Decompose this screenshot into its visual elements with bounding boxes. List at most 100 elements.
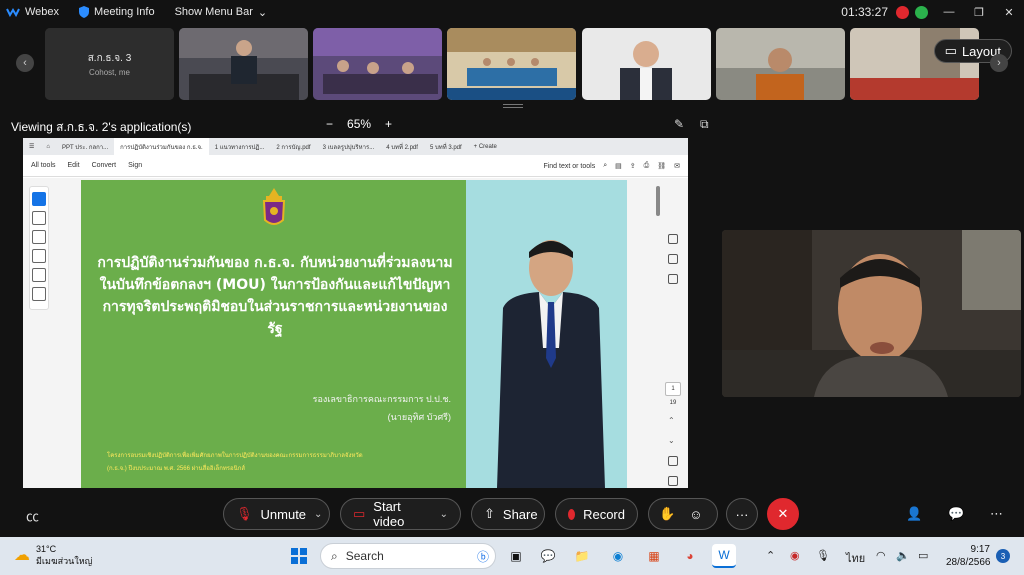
start-video-button[interactable]: ▭ Start video ⌄ (340, 498, 461, 530)
menu-edit[interactable]: Edit (68, 162, 80, 169)
pop-out-share-icon[interactable]: ⧉ (700, 117, 709, 132)
speaker-name: (นายอุทิศ บัวศรี) (387, 412, 451, 422)
text-tool-icon[interactable] (32, 268, 46, 282)
browser-tab[interactable]: 2 การบัญ.pdf (270, 138, 316, 155)
home-icon[interactable]: ⌂ (40, 138, 56, 155)
page-number-input[interactable]: 1 (665, 382, 681, 396)
show-menu-bar-button[interactable]: Show Menu Bar ⌄ (175, 6, 267, 19)
shared-screen: ☰ ⌂ PPT ประ. กลกา... การปฏิบัติงานร่วมกั… (23, 138, 688, 488)
fit-page-icon[interactable] (668, 476, 678, 486)
store-icon[interactable]: ▦ (642, 544, 666, 568)
minimize-button[interactable]: — (934, 6, 964, 18)
share-link-icon[interactable]: ⛓ (657, 162, 666, 170)
menu-sign[interactable]: Sign (128, 162, 142, 169)
meeting-info-button[interactable]: Meeting Info (79, 6, 155, 18)
speaker-video-feed (722, 230, 1021, 397)
browser-tab-active[interactable]: การปฏิบัติงานร่วมกันของ ก.ธ.จ. (114, 138, 209, 155)
mic-tray-icon[interactable]: 🎙 (816, 549, 830, 562)
browser-tab[interactable]: 1 แนวทางการปฏิ... (209, 138, 271, 155)
unmute-button[interactable]: 🎙 Unmute ⌄ (223, 498, 330, 530)
print-icon[interactable]: ⎙ (644, 162, 650, 170)
next-page-icon[interactable]: ⌄ (668, 436, 678, 446)
language-indicator[interactable]: ไทย (846, 549, 865, 567)
task-view-icon[interactable]: ▣ (504, 544, 528, 568)
chevron-down-icon[interactable]: ⌄ (440, 509, 448, 520)
save-icon[interactable]: ▤ (615, 162, 622, 170)
battery-icon[interactable]: ▭ (918, 549, 928, 562)
participant-strip: ‹ ส.ก.ธ.จ. 3 Cohost, me ▭ Layout › (0, 28, 1024, 102)
mic-muted-icon: 🎙 (236, 506, 253, 521)
mail-icon[interactable]: ✉ (674, 162, 680, 170)
share-button[interactable]: ⇧ Share (471, 498, 545, 530)
more-panels-icon[interactable]: ⋯ (990, 506, 1003, 522)
strip-prev-button[interactable]: ‹ (16, 54, 34, 72)
bookmarks-panel-icon[interactable] (668, 254, 678, 264)
chevron-down-icon[interactable]: ⌄ (314, 509, 322, 520)
teams-chat-icon[interactable]: 💬 (536, 544, 560, 568)
find-tools-input[interactable]: Find text or tools (543, 163, 595, 170)
zoom-out-button[interactable]: − (326, 117, 333, 131)
comments-panel-icon[interactable] (668, 234, 678, 244)
close-window-button[interactable]: ✕ (994, 6, 1024, 19)
chrome-icon[interactable]: ◕ (678, 544, 702, 568)
annotate-icon[interactable]: ✎ (674, 117, 684, 131)
create-tab-button[interactable]: + Create (468, 138, 503, 155)
participant-tile-4[interactable] (447, 28, 576, 100)
wifi-icon[interactable]: ◠ (876, 549, 886, 562)
notification-badge[interactable]: 3 (996, 549, 1010, 563)
comment-tool-icon[interactable] (32, 211, 46, 225)
clock-area[interactable]: 9:17 28/8/2566 (946, 543, 991, 569)
record-button[interactable]: Record (555, 498, 638, 530)
tray-overflow-icon[interactable]: ⌃ (766, 549, 775, 562)
edge-icon[interactable]: ◉ (606, 544, 630, 568)
end-call-button[interactable]: ✕ (767, 498, 799, 530)
volume-icon[interactable]: 🔈 (896, 549, 910, 562)
active-speaker-video[interactable] (722, 230, 1021, 397)
rotate-icon[interactable] (668, 456, 678, 466)
thumbnails-panel-icon[interactable] (668, 274, 678, 284)
chat-icon[interactable]: 💬 (948, 506, 964, 522)
raise-hand-icon[interactable]: ✋ (659, 506, 675, 522)
search-icon: ⌕ (331, 548, 338, 563)
zoom-in-button[interactable]: + (385, 117, 392, 131)
start-button[interactable] (287, 544, 311, 568)
highlight-tool-icon[interactable] (32, 230, 46, 244)
browser-tab[interactable]: 3 เบลลรูปปุบริหาร... (317, 138, 381, 155)
stamp-tool-icon[interactable] (32, 287, 46, 301)
strip-next-button[interactable]: › (990, 54, 1008, 72)
camera-status-icon[interactable]: ◉ (790, 549, 800, 562)
taskbar-search[interactable]: ⌕ Search ⓑ (320, 543, 496, 569)
close-icon: ✕ (777, 506, 789, 521)
participant-tile-6[interactable] (716, 28, 845, 100)
file-explorer-icon[interactable]: 📁 (570, 544, 594, 568)
participant-tile-self[interactable]: ส.ก.ธ.จ. 3 Cohost, me (45, 28, 174, 100)
captions-icon[interactable]: ㏄ (26, 506, 39, 525)
restore-button[interactable]: ❐ (964, 6, 994, 19)
select-tool-icon[interactable] (32, 192, 46, 206)
participant-tile-2[interactable] (179, 28, 308, 100)
browser-tab[interactable]: 4 บทที่ 2.pdf (380, 138, 424, 155)
draw-tool-icon[interactable] (32, 249, 46, 263)
webex-app[interactable]: Webex (0, 6, 59, 18)
menu-convert[interactable]: Convert (92, 162, 117, 169)
menu-all-tools[interactable]: All tools (31, 162, 56, 169)
participants-icon[interactable]: 👤 (906, 506, 922, 522)
participant-tile-5[interactable] (582, 28, 711, 100)
prev-page-icon[interactable]: ⌃ (668, 416, 678, 426)
network-health-icon[interactable] (915, 5, 928, 19)
weather-widget[interactable]: ☁ 31°C มีเมฆส่วนใหญ่ (14, 543, 92, 567)
upload-icon[interactable]: ⇪ (630, 162, 636, 170)
strip-resize-handle[interactable] (503, 104, 523, 108)
participant-tile-3[interactable] (313, 28, 442, 100)
browser-tab[interactable]: PPT ประ. กลกา... (56, 138, 114, 155)
speaker-portrait (497, 240, 605, 488)
more-options-button[interactable]: ··· (726, 498, 758, 530)
search-icon[interactable]: ⌕ (603, 162, 607, 170)
bing-icon[interactable]: ⓑ (477, 548, 489, 565)
browser-menu-icon[interactable]: ☰ (23, 138, 40, 155)
reactions-icon[interactable]: ☺ (689, 507, 702, 522)
slide-speaker: รองเลขาธิการคณะกรรมการ ป.ป.ช. (นายอุทิศ … (313, 390, 451, 426)
webex-taskbar-icon[interactable]: W (712, 544, 736, 568)
vertical-scrollbar[interactable] (656, 186, 660, 216)
browser-tab[interactable]: 5 บทที่ 3.pdf (424, 138, 468, 155)
